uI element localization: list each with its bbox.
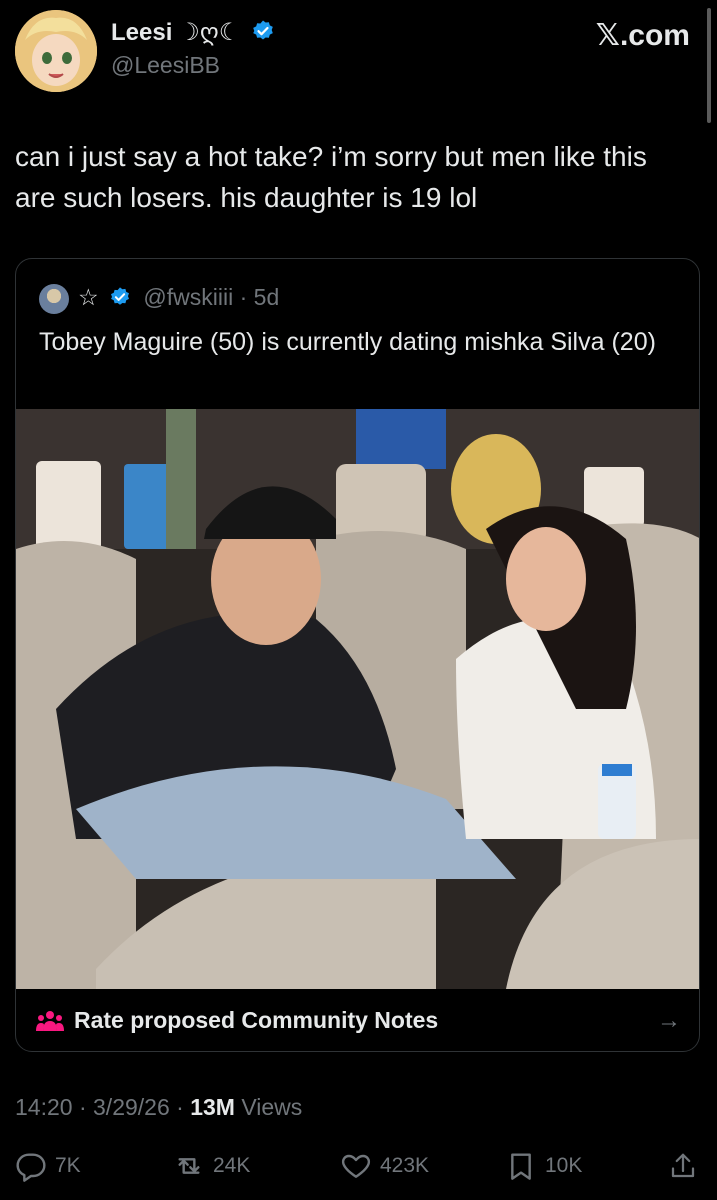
star-symbol: ☆ [78,284,99,310]
community-notes-label: Rate proposed Community Notes [74,1007,439,1033]
action-bar: 7K 24K 423K 10K [0,1150,717,1190]
tweet-meta: 14:20 · 3/29/26 · 13M Views [15,1094,302,1121]
community-notes-row[interactable]: Rate proposed Community Notes → [16,989,699,1051]
bookmark-count: 10K [545,1154,583,1177]
quoted-handle: @fwskiiii [143,284,234,310]
heart-icon [341,1154,371,1178]
meta-separator: · [176,1094,191,1120]
tweet-text: can i just say a hot take? i’m sorry but… [15,141,647,213]
author-handle[interactable]: @LeesiBB [111,52,220,79]
repost-icon [178,1158,200,1174]
quoted-tweet-text: Tobey Maguire (50) is currently dating m… [39,328,656,356]
verified-badge-icon [251,19,275,50]
community-notes-icon [36,1009,64,1038]
share-icon [671,1153,695,1178]
author-name[interactable]: Leesi ☽ღ☾ [111,18,275,50]
bookmark-button[interactable]: 10K [505,1150,582,1182]
like-count: 423K [380,1154,430,1177]
scrollbar[interactable] [707,8,711,123]
quoted-verified-badge-icon [109,286,131,314]
like-button[interactable]: 423K [340,1150,429,1182]
share-button[interactable] [668,1150,706,1182]
arrow-right-icon: → [657,1007,681,1034]
display-name: Leesi [111,19,173,46]
name-symbols: ☽ღ☾ [178,19,241,46]
quoted-tweet-card[interactable]: ☆ @fwskiiii · 5d Tobey Maguire (50) is c… [15,258,700,1052]
views-count: 13M [190,1094,235,1120]
author-avatar[interactable] [15,10,97,92]
tweet-time: 14:20 [15,1094,73,1120]
reply-count: 7K [55,1154,81,1177]
tweet-date: 3/29/26 [93,1094,170,1120]
repost-button[interactable]: 24K [173,1150,250,1182]
reply-button[interactable]: 7K [15,1150,81,1182]
bookmark-icon [511,1153,531,1180]
meta-separator: · [78,1094,94,1120]
meta-separator: · [239,284,248,310]
quoted-tweet-photo[interactable] [16,409,699,989]
views-label: Views [241,1094,303,1120]
repost-count: 24K [213,1154,251,1177]
quoted-author-avatar[interactable] [39,284,69,314]
reply-icon [16,1153,46,1182]
site-watermark: 𝕏.com [595,19,690,52]
quoted-author-meta: ☆ @fwskiiii · 5d [78,284,279,314]
quoted-age: 5d [253,284,280,310]
